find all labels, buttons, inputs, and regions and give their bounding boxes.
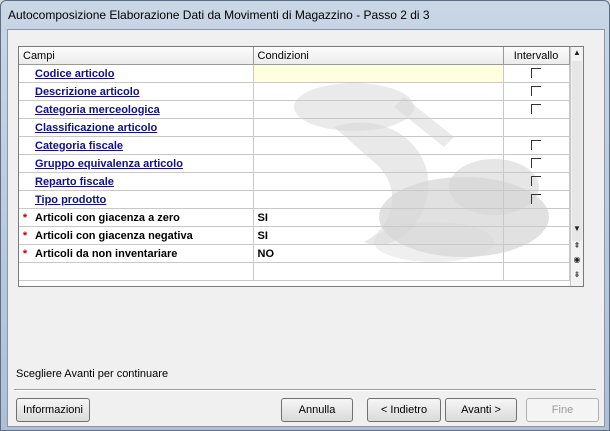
condition-cell[interactable] — [253, 154, 504, 173]
required-marker — [19, 82, 31, 101]
required-marker: * — [19, 226, 31, 245]
required-marker — [19, 136, 31, 155]
interval-checkbox[interactable] — [531, 86, 542, 96]
condition-cell[interactable]: SI — [253, 208, 504, 227]
interval-cell — [503, 118, 570, 137]
interval-checkbox[interactable] — [531, 194, 542, 204]
required-marker — [19, 100, 31, 119]
required-marker — [19, 118, 31, 137]
indietro-button[interactable]: < Indietro — [367, 398, 441, 422]
wizard-body: Campi Condizioni Intervallo Codice artic… — [7, 29, 605, 427]
required-marker: * — [19, 208, 31, 227]
interval-cell — [503, 208, 570, 227]
scroll-down-arrow-icon[interactable]: ▼ — [571, 223, 583, 235]
condition-cell[interactable] — [253, 172, 504, 191]
column-header-condizioni[interactable]: Condizioni — [253, 47, 504, 65]
required-marker: * — [19, 244, 31, 263]
required-marker — [19, 172, 31, 191]
table-row[interactable]: * Articoli con giacenza negativa SI — [19, 226, 570, 245]
interval-checkbox[interactable] — [531, 104, 542, 114]
field-name-cell[interactable]: Tipo prodotto — [31, 190, 254, 209]
required-marker — [19, 154, 31, 173]
table-row[interactable]: Gruppo equivalenza articolo — [19, 154, 570, 173]
table-row[interactable]: * Articoli con giacenza a zero SI — [19, 208, 570, 227]
table-row[interactable]: Classificazione articolo — [19, 118, 570, 137]
condition-cell[interactable] — [253, 64, 504, 83]
field-name-cell[interactable]: Classificazione articolo — [31, 118, 254, 137]
field-name-cell: Articoli con giacenza a zero — [31, 208, 254, 227]
empty-cell — [19, 262, 31, 281]
avanti-button[interactable]: Avanti > — [445, 398, 517, 422]
interval-checkbox[interactable] — [531, 140, 542, 150]
title-bar[interactable]: Autocomposizione Elaborazione Dati da Mo… — [1, 1, 609, 27]
interval-cell[interactable] — [503, 190, 570, 209]
interval-cell[interactable] — [503, 136, 570, 155]
field-name-cell: Articoli con giacenza negativa — [31, 226, 254, 245]
field-name-cell[interactable]: Reparto fiscale — [31, 172, 254, 191]
empty-cell — [503, 262, 570, 281]
field-name-cell[interactable]: Categoria fiscale — [31, 136, 254, 155]
condition-cell[interactable]: SI — [253, 226, 504, 245]
empty-cell — [31, 262, 254, 281]
field-name-cell[interactable]: Codice articolo — [31, 64, 254, 83]
table-row[interactable]: Tipo prodotto — [19, 190, 570, 209]
interval-cell — [503, 226, 570, 245]
table-row[interactable]: * Articoli da non inventariare NO — [19, 244, 570, 263]
condition-cell[interactable] — [253, 190, 504, 209]
field-name-cell: Articoli da non inventariare — [31, 244, 254, 263]
scroll-record-icon[interactable]: ◉ — [571, 254, 583, 266]
scrollbar-track[interactable] — [572, 61, 582, 241]
status-message: Scegliere Avanti per continuare — [16, 368, 169, 380]
interval-checkbox[interactable] — [531, 158, 542, 168]
field-name-cell[interactable]: Gruppo equivalenza articolo — [31, 154, 254, 173]
condition-cell[interactable] — [253, 118, 504, 137]
field-name-cell[interactable]: Categoria merceologica — [31, 100, 254, 119]
required-marker — [19, 64, 31, 83]
fine-button[interactable]: Fine — [526, 398, 599, 422]
interval-checkbox[interactable] — [531, 176, 542, 186]
column-header-campi[interactable]: Campi — [19, 47, 254, 65]
condition-cell[interactable] — [253, 82, 504, 101]
table-row[interactable]: Codice articolo — [19, 64, 570, 83]
column-header-intervallo[interactable]: Intervallo — [503, 47, 570, 65]
scroll-bottom-icon[interactable]: ⇟ — [571, 269, 583, 281]
condition-cell[interactable]: NO — [253, 244, 504, 263]
wizard-window: Autocomposizione Elaborazione Dati da Mo… — [0, 0, 610, 431]
scroll-top-icon[interactable]: ⇞ — [571, 240, 583, 252]
empty-cell — [253, 262, 504, 281]
table-row[interactable]: Categoria merceologica — [19, 100, 570, 119]
interval-cell[interactable] — [503, 64, 570, 83]
informazioni-button[interactable]: Informazioni — [16, 398, 90, 422]
window-title: Autocomposizione Elaborazione Dati da Mo… — [8, 8, 430, 22]
interval-cell[interactable] — [503, 172, 570, 191]
table-row[interactable]: Reparto fiscale — [19, 172, 570, 191]
required-marker — [19, 190, 31, 209]
footer-divider — [14, 389, 596, 391]
annulla-button[interactable]: Annulla — [281, 398, 353, 422]
interval-cell[interactable] — [503, 154, 570, 173]
conditions-grid: Campi Condizioni Intervallo Codice artic… — [18, 46, 584, 287]
table-row[interactable]: Categoria fiscale — [19, 136, 570, 155]
table-row[interactable]: Descrizione articolo — [19, 82, 570, 101]
empty-row — [19, 262, 570, 281]
interval-cell[interactable] — [503, 100, 570, 119]
conditions-table: Campi Condizioni Intervallo Codice artic… — [19, 47, 570, 281]
scroll-up-arrow-icon[interactable]: ▲ — [571, 47, 583, 59]
interval-cell — [503, 244, 570, 263]
interval-cell[interactable] — [503, 82, 570, 101]
field-name-cell[interactable]: Descrizione articolo — [31, 82, 254, 101]
interval-checkbox[interactable] — [531, 68, 542, 78]
condition-cell[interactable] — [253, 136, 504, 155]
condition-cell[interactable] — [253, 100, 504, 119]
table-header-row: Campi Condizioni Intervallo — [19, 47, 570, 65]
vertical-scrollbar[interactable]: ▲ ▼ ⇞ ◉ ⇟ — [570, 47, 583, 286]
